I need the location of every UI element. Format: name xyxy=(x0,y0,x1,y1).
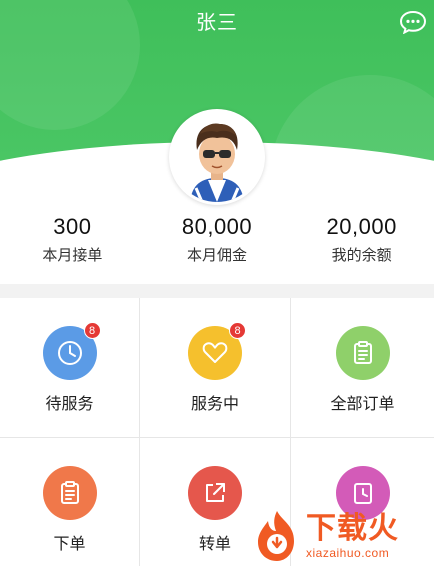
count-badge: 8 xyxy=(83,322,101,339)
stat-label: 本月接单 xyxy=(42,247,103,264)
stat-value: 80,000 xyxy=(181,214,253,239)
grid-item-place-order[interactable]: 下单 xyxy=(0,438,140,566)
clipboard-icon xyxy=(60,481,79,504)
stat-value: 20,000 xyxy=(326,214,397,239)
stat-balance[interactable]: 20,000 我的余额 xyxy=(289,212,434,276)
clipboard-icon xyxy=(353,341,372,364)
cartoon-avatar-icon xyxy=(172,112,262,202)
grid-item-label: 全部订单 xyxy=(330,396,395,413)
share-icon xyxy=(206,483,225,502)
grid-item-label: 待服务 xyxy=(45,396,94,413)
clock-icon xyxy=(353,483,372,504)
flame-logo-icon xyxy=(258,511,294,561)
grid-item-label: 服务中 xyxy=(190,396,239,413)
watermark-title: 下载火 xyxy=(306,512,399,545)
stat-label: 我的余额 xyxy=(331,247,392,264)
heart-icon xyxy=(202,342,228,363)
stats-row: 300 本月接单 80,000 本月佣金 20,000 我的余额 xyxy=(0,212,434,276)
grid-item-all-orders[interactable]: 全部订单 xyxy=(291,298,434,438)
avatar[interactable] xyxy=(169,109,265,205)
icon-circle xyxy=(335,326,390,380)
grid-item-label: 下单 xyxy=(53,536,86,553)
chat-button[interactable] xyxy=(398,9,428,35)
stat-monthly-orders[interactable]: 300 本月接单 xyxy=(0,212,145,276)
watermark-url: xiazaihuo.com xyxy=(306,546,390,560)
count-badge: 8 xyxy=(229,322,246,339)
icon-circle xyxy=(188,466,242,520)
page-title: 张三 xyxy=(196,12,238,34)
stat-value: 300 xyxy=(53,214,92,239)
stat-monthly-commission[interactable]: 80,000 本月佣金 xyxy=(145,212,290,276)
site-watermark: 下载火 xiazaihuo.com xyxy=(252,506,434,566)
grid-item-pending-service[interactable]: 8 待服务 xyxy=(0,298,140,438)
icon-circle xyxy=(42,466,97,520)
stat-label: 本月佣金 xyxy=(187,247,248,264)
grid-item-in-service[interactable]: 8 服务中 xyxy=(140,298,291,438)
clock-icon xyxy=(57,341,82,365)
section-divider xyxy=(0,284,434,298)
chat-bubble-icon xyxy=(399,10,427,34)
